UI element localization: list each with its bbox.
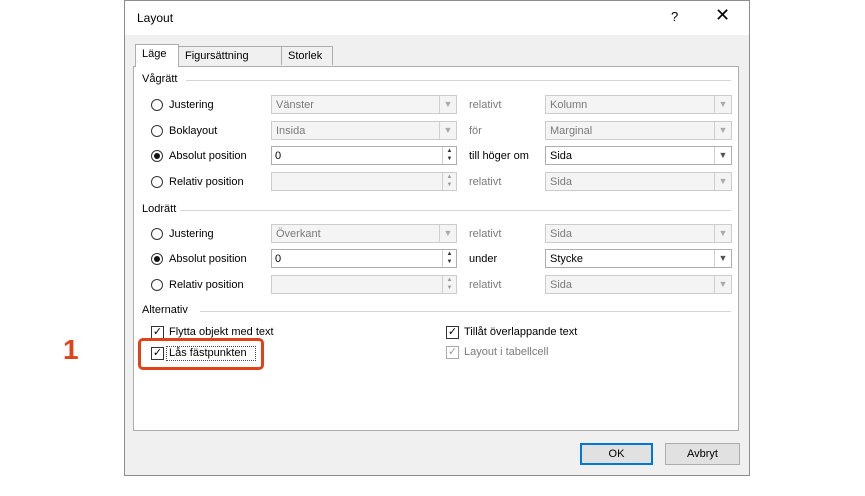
- relation-label: för: [469, 125, 482, 137]
- radio-horizontal-alignment[interactable]: [151, 99, 163, 111]
- chevron-down-icon: ▼: [714, 147, 731, 164]
- cancel-button[interactable]: Avbryt: [665, 443, 740, 465]
- select-value: Sida: [550, 150, 573, 162]
- spin-arrows-icon[interactable]: ▲ ▼: [442, 147, 456, 164]
- select-value: Vänster: [276, 99, 314, 111]
- horizontal-relative-target-select[interactable]: Sida ▼: [545, 172, 732, 191]
- horizontal-relative-input[interactable]: ▲ ▼: [271, 172, 457, 191]
- input-value: 0: [275, 150, 282, 162]
- radio-book-layout[interactable]: [151, 125, 163, 137]
- help-button[interactable]: ?: [671, 9, 678, 24]
- chevron-down-icon: ▼: [439, 225, 456, 242]
- options-section-label: Alternativ: [142, 304, 192, 316]
- dialog-title: Layout: [137, 11, 174, 25]
- relation-label: relativt: [469, 176, 502, 188]
- relation-label: till höger om: [469, 150, 529, 162]
- spin-arrows-icon[interactable]: ▲ ▼: [442, 276, 456, 293]
- radio-horizontal-absolute[interactable]: [151, 150, 163, 162]
- chevron-down-icon: ▼: [714, 250, 731, 267]
- vertical-relative-target-select[interactable]: Sida ▼: [545, 275, 732, 294]
- tab-text-wrapping[interactable]: Figursättning: [178, 46, 282, 65]
- select-value: Sida: [550, 176, 573, 188]
- section-divider: [186, 80, 731, 81]
- book-layout-target-select[interactable]: Marginal ▼: [545, 121, 732, 140]
- spin-arrows-icon[interactable]: ▲ ▼: [442, 250, 456, 267]
- chevron-down-icon: ▼: [714, 276, 731, 293]
- move-with-text-label: Flytta objekt med text: [169, 326, 274, 338]
- select-value: Sida: [550, 228, 573, 240]
- book-layout-label: Boklayout: [169, 125, 218, 137]
- horizontal-absolute-target-select[interactable]: Sida ▼: [545, 146, 732, 165]
- allow-overlap-checkbox[interactable]: ✓: [446, 326, 459, 339]
- chevron-down-icon: ▼: [714, 173, 731, 190]
- relation-label: relativt: [469, 279, 502, 291]
- radio-vertical-absolute[interactable]: [151, 253, 163, 265]
- horizontal-absolute-label: Absolut position: [169, 150, 247, 162]
- horizontal-alignment-label: Justering: [169, 99, 214, 111]
- horizontal-alignment-select[interactable]: Vänster ▼: [271, 95, 457, 114]
- select-value: Insida: [276, 125, 306, 137]
- vertical-absolute-target-select[interactable]: Stycke ▼: [545, 249, 732, 268]
- ok-button[interactable]: OK: [580, 443, 653, 465]
- vertical-alignment-target-select[interactable]: Sida ▼: [545, 224, 732, 243]
- radio-horizontal-relative[interactable]: [151, 176, 163, 188]
- relation-label: under: [469, 253, 498, 265]
- horizontal-absolute-input[interactable]: 0 ▲ ▼: [271, 146, 457, 165]
- step-number-annotation: 1: [63, 334, 79, 365]
- checkmark-icon: ✓: [447, 346, 458, 358]
- chevron-down-icon: ▼: [439, 96, 456, 113]
- radio-vertical-relative[interactable]: [151, 279, 163, 291]
- select-value: Sida: [550, 279, 573, 291]
- vertical-alignment-label: Justering: [169, 228, 214, 240]
- title-bar: Layout ? ✕: [125, 1, 749, 35]
- checkmark-icon: ✓: [447, 326, 458, 338]
- vertical-absolute-input[interactable]: 0 ▲ ▼: [271, 249, 457, 268]
- checkmark-icon: ✓: [152, 326, 163, 338]
- layout-dialog: Layout ? ✕ Läge Figursättning Storlek Vå…: [124, 0, 750, 476]
- spin-arrows-icon[interactable]: ▲ ▼: [442, 173, 456, 190]
- book-layout-select[interactable]: Insida ▼: [271, 121, 457, 140]
- vertical-relative-label: Relativ position: [169, 279, 244, 291]
- close-icon[interactable]: ✕: [715, 5, 730, 25]
- radio-vertical-alignment[interactable]: [151, 228, 163, 240]
- select-value: Överkant: [276, 228, 321, 240]
- select-value: Marginal: [550, 125, 593, 137]
- select-value: Kolumn: [550, 99, 588, 111]
- tab-size[interactable]: Storlek: [281, 46, 333, 65]
- layout-in-cell-checkbox[interactable]: ✓: [446, 346, 459, 359]
- input-value: 0: [275, 253, 282, 265]
- chevron-down-icon: ▼: [714, 96, 731, 113]
- chevron-down-icon: ▼: [714, 122, 731, 139]
- chevron-down-icon: ▼: [714, 225, 731, 242]
- allow-overlap-label: Tillåt överlappande text: [464, 326, 578, 338]
- section-divider: [200, 311, 731, 312]
- vertical-section-label: Lodrätt: [142, 203, 181, 215]
- highlight-box: [138, 338, 264, 370]
- horizontal-relative-label: Relativ position: [169, 176, 244, 188]
- position-tab-panel: Vågrätt Justering Vänster ▼ relativt Kol…: [133, 66, 739, 431]
- relation-label: relativt: [469, 228, 502, 240]
- vertical-relative-input[interactable]: ▲ ▼: [271, 275, 457, 294]
- relation-label: relativt: [469, 99, 502, 111]
- vertical-absolute-label: Absolut position: [169, 253, 247, 265]
- chevron-down-icon: ▼: [439, 122, 456, 139]
- select-value: Stycke: [550, 253, 584, 265]
- horizontal-section-label: Vågrätt: [142, 73, 182, 85]
- vertical-alignment-select[interactable]: Överkant ▼: [271, 224, 457, 243]
- horizontal-alignment-target-select[interactable]: Kolumn ▼: [545, 95, 732, 114]
- section-divider: [180, 210, 731, 211]
- tab-position[interactable]: Läge: [135, 44, 179, 67]
- layout-in-cell-label: Layout i tabellcell: [464, 346, 549, 358]
